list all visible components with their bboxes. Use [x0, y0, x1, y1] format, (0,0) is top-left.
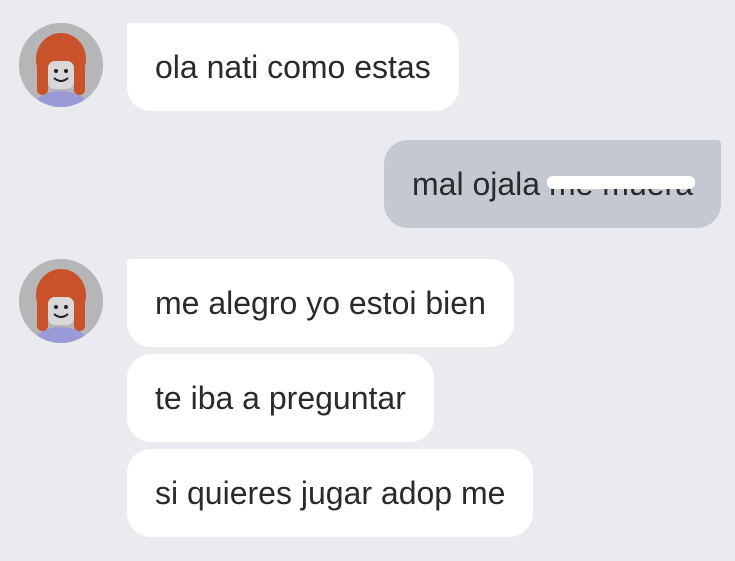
- message-text: ola nati como estas: [155, 48, 431, 85]
- redacted-text: me muera: [546, 165, 696, 202]
- message-text: si quieres jugar adop me: [155, 474, 506, 511]
- chat-thread: ola nati como estas mal ojala me muera m…: [0, 0, 735, 561]
- roblox-avatar-icon: [19, 259, 103, 343]
- incoming-message[interactable]: si quieres jugar adop me: [127, 449, 534, 537]
- contact-avatar[interactable]: [19, 259, 103, 343]
- incoming-message[interactable]: me alegro yo estoi bien: [127, 259, 514, 347]
- message-text: te iba a preguntar: [155, 379, 406, 416]
- roblox-avatar-icon: [19, 23, 103, 107]
- message-text: me alegro yo estoi bien: [155, 284, 486, 321]
- outgoing-message[interactable]: mal ojala me muera: [384, 140, 721, 228]
- contact-avatar[interactable]: [19, 23, 103, 107]
- message-text: mal ojala: [412, 165, 541, 202]
- incoming-message[interactable]: te iba a preguntar: [127, 354, 434, 442]
- incoming-message[interactable]: ola nati como estas: [127, 23, 459, 111]
